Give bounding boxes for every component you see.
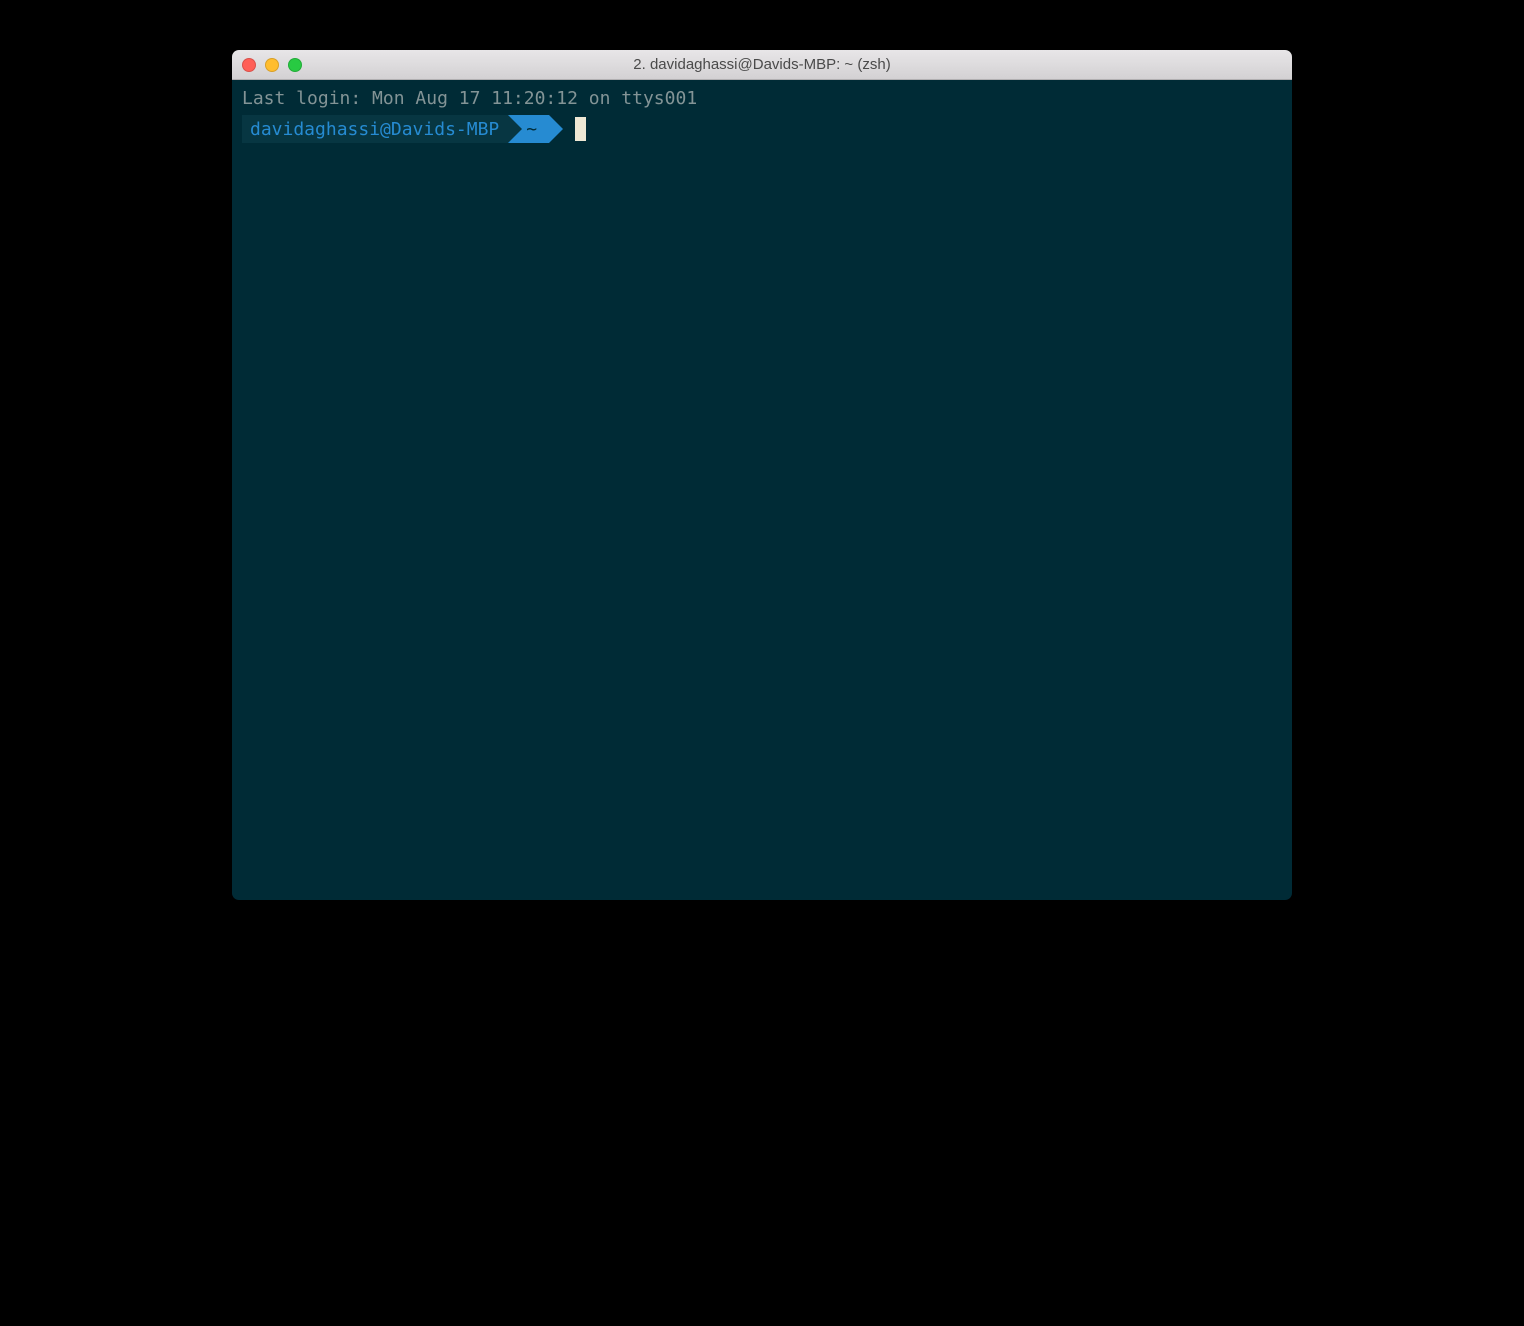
last-login-text: Last login: Mon Aug 17 11:20:12 on ttys0… bbox=[242, 86, 1282, 111]
traffic-lights bbox=[232, 58, 302, 72]
terminal-window: 2. davidaghassi@Davids-MBP: ~ (zsh) Last… bbox=[232, 50, 1292, 900]
prompt-line: davidaghassi@Davids-MBP ~ bbox=[242, 115, 1282, 143]
user-host-text: davidaghassi@Davids-MBP bbox=[250, 117, 499, 142]
prompt-user-host: davidaghassi@Davids-MBP bbox=[242, 115, 509, 143]
cursor-icon bbox=[575, 117, 586, 141]
zoom-button[interactable] bbox=[288, 58, 302, 72]
minimize-button[interactable] bbox=[265, 58, 279, 72]
window-title: 2. davidaghassi@Davids-MBP: ~ (zsh) bbox=[232, 56, 1292, 73]
window-titlebar[interactable]: 2. davidaghassi@Davids-MBP: ~ (zsh) bbox=[232, 50, 1292, 80]
terminal-body[interactable]: Last login: Mon Aug 17 11:20:12 on ttys0… bbox=[232, 80, 1292, 900]
prompt-path: ~ bbox=[508, 115, 549, 143]
close-button[interactable] bbox=[242, 58, 256, 72]
path-text: ~ bbox=[526, 117, 537, 142]
